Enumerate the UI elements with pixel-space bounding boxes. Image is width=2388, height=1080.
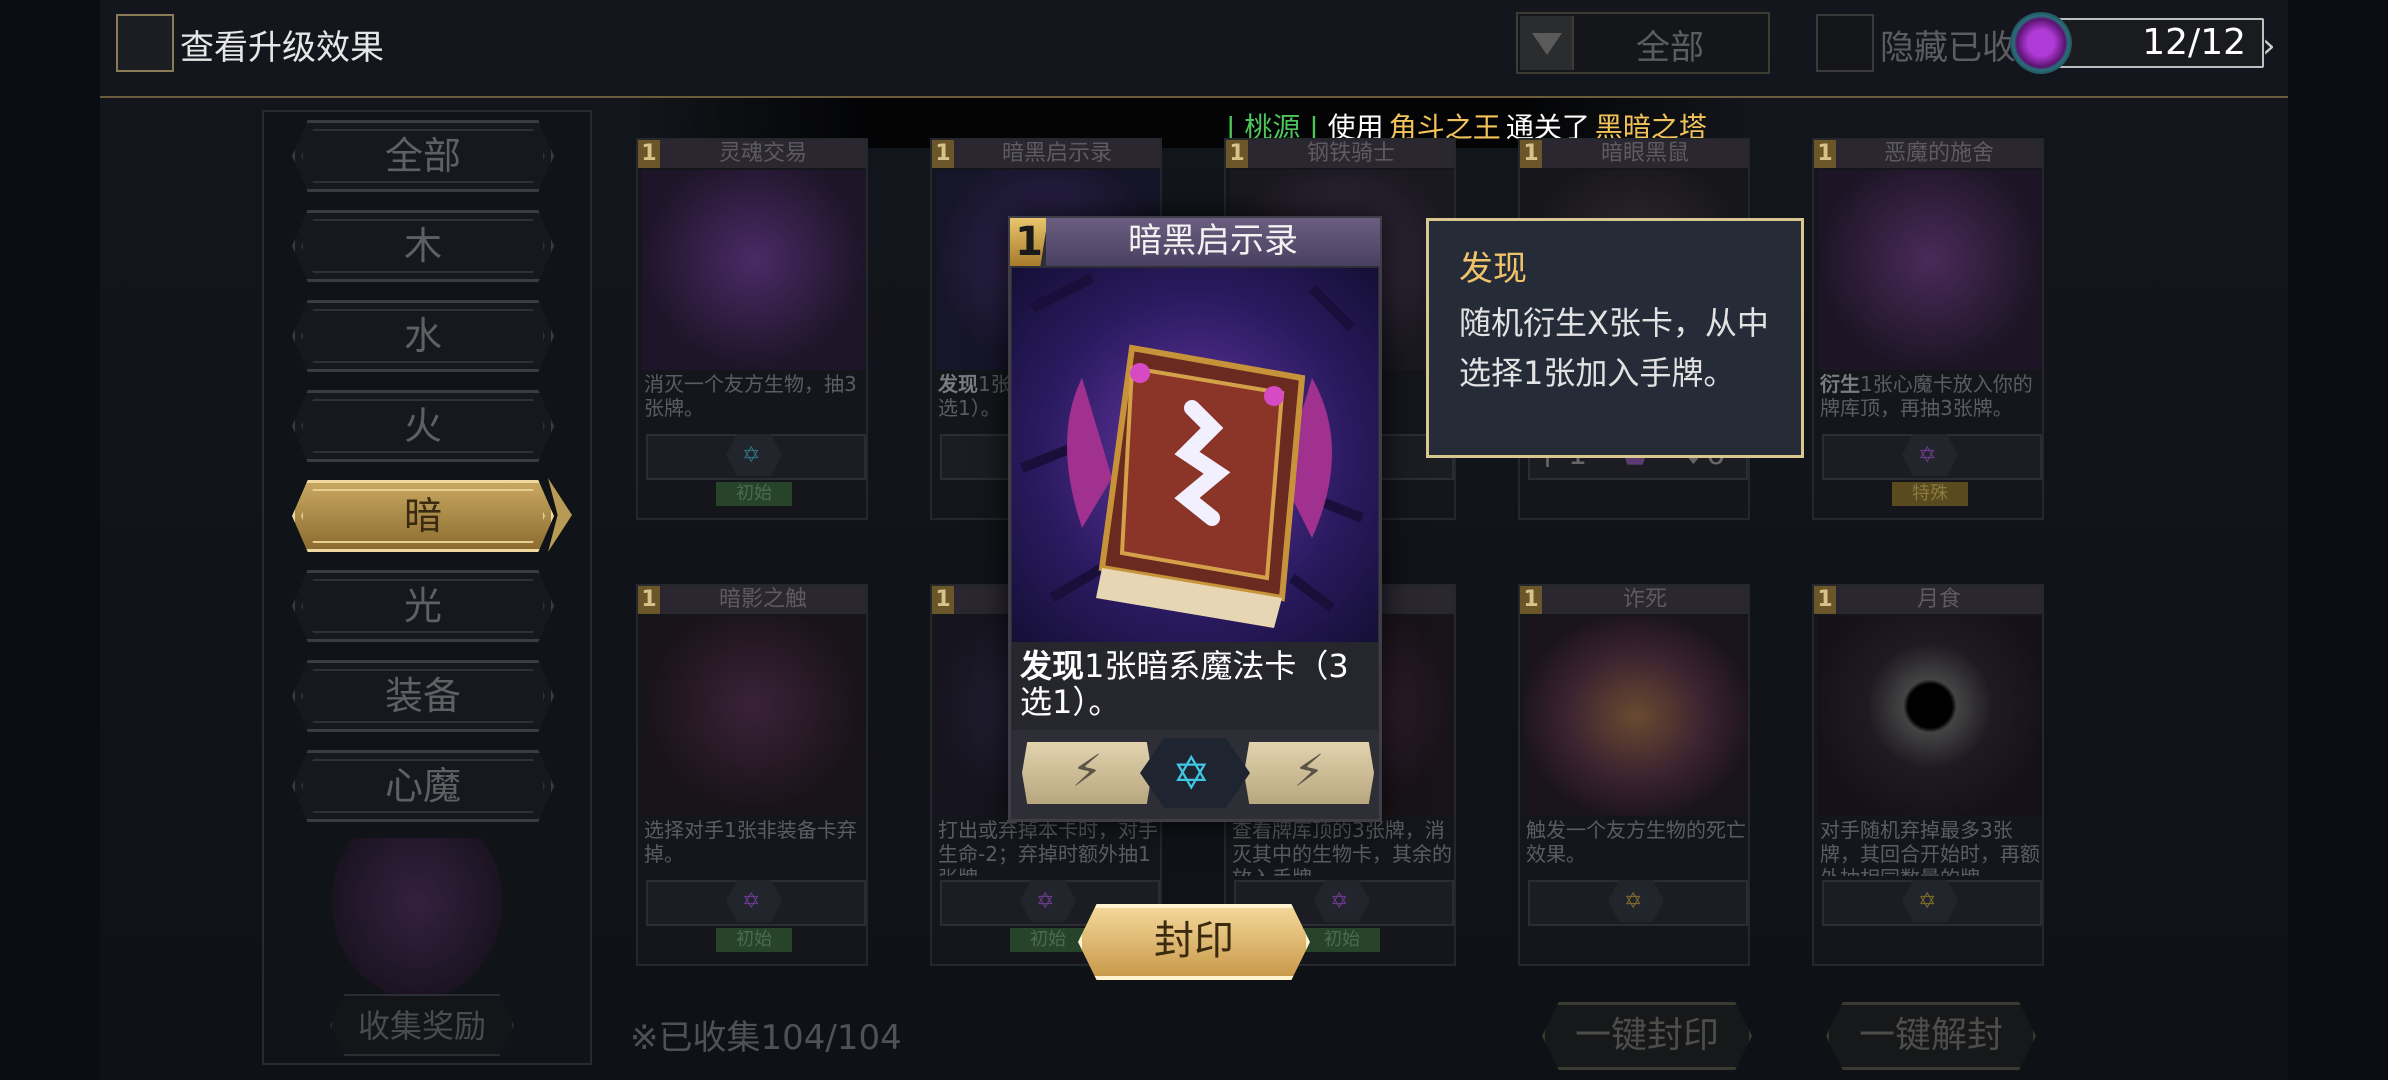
seal-button[interactable]: 封印: [1078, 904, 1310, 980]
card-art: [1818, 616, 2042, 816]
featured-desc-bold: 发现: [1020, 647, 1085, 685]
card-cost: 1: [1520, 586, 1542, 614]
card-art: [642, 616, 866, 816]
collect-reward-button[interactable]: 收集奖励: [330, 994, 514, 1056]
hide-collected-label: 隐藏已收: [1880, 28, 2016, 68]
category-fire[interactable]: 火: [292, 390, 554, 462]
card-art: [1524, 616, 1748, 816]
category-wood[interactable]: 木: [292, 210, 554, 282]
category-light[interactable]: 光: [292, 570, 554, 642]
card-eclipse[interactable]: 1 月食 对手随机弃掉最多3张牌，其回合开始时，再额外抽相同数量的牌。 ✡: [1812, 584, 2044, 966]
filter-value: 全部: [1636, 28, 1704, 68]
card-tag: 初始: [1010, 928, 1086, 952]
gem-icon: ✡: [1902, 880, 1958, 922]
card-cost: 1: [1520, 140, 1542, 168]
card-desc: 触发一个友方生物的死亡效果。: [1526, 818, 1746, 866]
card-tag: 特殊: [1892, 482, 1968, 506]
card-tag: 初始: [716, 482, 792, 506]
category-equipment[interactable]: 装备: [292, 660, 554, 732]
card-cost: 1: [932, 140, 954, 168]
gem-icon: ✡: [1314, 880, 1370, 922]
lightning-icon: ⚡: [1022, 742, 1152, 804]
gem-icon: ✡: [1020, 880, 1076, 922]
seal-all-button[interactable]: 一键封印: [1542, 1002, 1752, 1070]
unseal-all-button[interactable]: 一键解封: [1826, 1002, 2036, 1070]
gem-icon: ✡: [726, 434, 782, 476]
category-heart-demon[interactable]: 心魔: [292, 750, 554, 822]
card-title: 月食: [1836, 586, 2042, 614]
dark-book-icon: [1020, 273, 1364, 628]
card-desc: 对手随机弃掉最多3张牌，其回合开始时，再额外抽相同数量的牌。: [1820, 818, 2040, 876]
card-title: 诈死: [1542, 586, 1748, 614]
card-desc: 查看牌库顶的3张牌，消灭其中的生物卡，其余的放入手牌。: [1232, 818, 1452, 876]
card-soul-trade[interactable]: 1 灵魂交易 消灭一个友方生物，抽3张牌。 ✡ 初始: [636, 138, 868, 520]
card-cost: 1: [932, 586, 954, 614]
gem-icon: ✡: [726, 880, 782, 922]
card-art: [1818, 170, 2042, 370]
lightning-icon: ⚡: [1244, 742, 1374, 804]
card-art: [642, 170, 866, 370]
featured-card-art: [1012, 268, 1378, 642]
card-title: 恶魔的施舍: [1836, 140, 2042, 168]
gem-icon: ✡: [1902, 434, 1958, 476]
card-title: 钢铁骑士: [1248, 140, 1454, 168]
card-cost: 1: [1814, 140, 1836, 168]
card-desc: 衍生1张心魔卡放入你的牌库顶，再抽3张牌。: [1820, 372, 2040, 430]
category-all[interactable]: 全部: [292, 120, 554, 192]
card-desc-bold: 衍生: [1820, 372, 1860, 396]
category-water[interactable]: 水: [292, 300, 554, 372]
card-desc-bold: 发现: [938, 372, 978, 396]
featured-card-desc: 发现1张暗系魔法卡（3选1）。: [1012, 642, 1378, 730]
category-dark[interactable]: 暗: [292, 480, 554, 552]
card-feign-death[interactable]: 1 诈死 触发一个友方生物的死亡效果。 ✡: [1518, 584, 1750, 966]
card-desc: 选择对手1张非装备卡弃掉。: [644, 818, 857, 866]
hide-collected-checkbox[interactable]: [1816, 14, 1874, 72]
card-title: 暗黑启示录: [954, 140, 1160, 168]
dropdown-arrow-icon[interactable]: [1520, 16, 1574, 70]
tooltip-title: 发现: [1459, 249, 1527, 289]
featured-card-title: 暗黑启示录: [1046, 218, 1380, 266]
upgrade-effect-checkbox[interactable]: [116, 14, 174, 72]
card-title: 暗影之触: [660, 586, 866, 614]
card-tag: 初始: [1304, 928, 1380, 952]
card-cost: 1: [638, 140, 660, 168]
card-counter: 12/12: [2042, 18, 2264, 68]
gem-icon: ✡: [1608, 880, 1664, 922]
card-demon-alms[interactable]: 1 恶魔的施舍 衍生1张心魔卡放入你的牌库顶，再抽3张牌。 ✡ 特殊: [1812, 138, 2044, 520]
card-tag: 初始: [716, 928, 792, 952]
card-title: 暗眼黑鼠: [1542, 140, 1748, 168]
tooltip-body: 随机衍生X张卡，从中选择1张加入手牌。: [1459, 304, 1769, 392]
chevron-right-icon[interactable]: ›: [2262, 26, 2276, 66]
card-cost: 1: [638, 586, 660, 614]
collected-count: ※已收集104/104: [630, 1018, 902, 1058]
chest-icon[interactable]: [332, 838, 502, 998]
card-shadow-touch[interactable]: 1 暗影之触 选择对手1张非装备卡弃掉。 ✡ 初始: [636, 584, 868, 966]
card-cost: 1: [1814, 586, 1836, 614]
keyword-tooltip: 发现 随机衍生X张卡，从中选择1张加入手牌。: [1426, 218, 1804, 458]
upgrade-effect-label: 查看升级效果: [180, 28, 384, 68]
card-title: 灵魂交易: [660, 140, 866, 168]
card-desc: 消灭一个友方生物，抽3张牌。: [644, 372, 857, 420]
card-cost: 1: [1226, 140, 1248, 168]
card-desc: 打出或弃掉本卡时，对手生命-2；弃掉时额外抽1张牌。: [938, 818, 1158, 876]
